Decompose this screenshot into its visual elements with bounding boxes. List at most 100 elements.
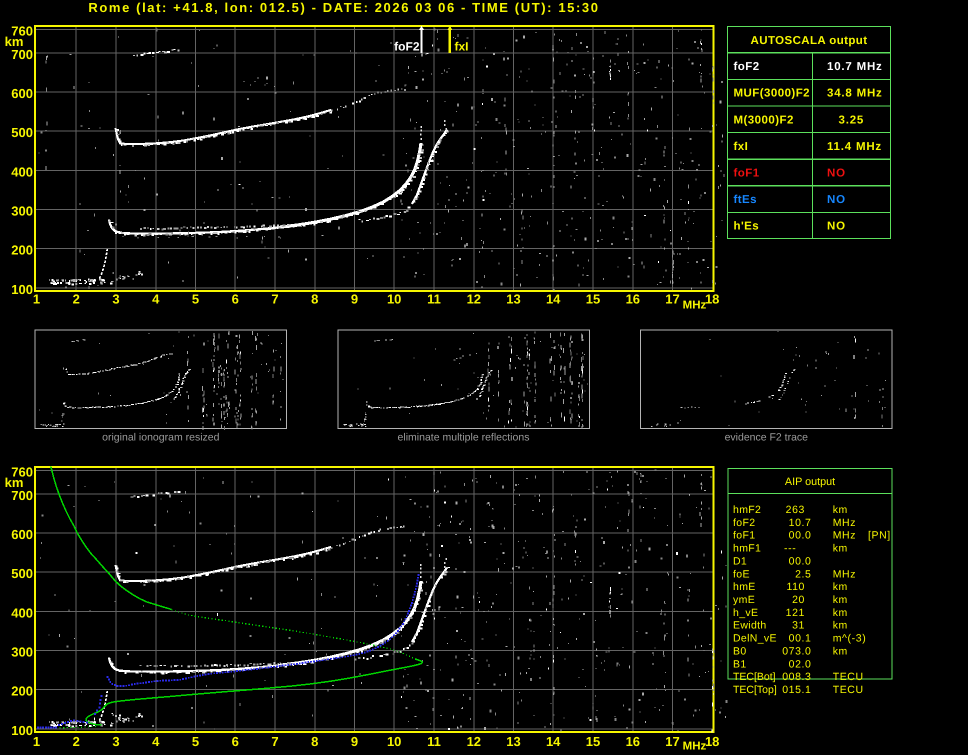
svg-text:18: 18 — [705, 292, 719, 307]
svg-text:008.3: 008.3 — [782, 671, 811, 683]
svg-text:7: 7 — [271, 292, 278, 307]
svg-text:MHz: MHz — [833, 568, 856, 580]
svg-text:16: 16 — [626, 734, 640, 749]
svg-text:7: 7 — [271, 734, 278, 749]
svg-text:200: 200 — [11, 684, 33, 699]
svg-text:100: 100 — [11, 723, 33, 738]
svg-text:8: 8 — [311, 734, 318, 749]
svg-text:00.0: 00.0 — [789, 530, 812, 542]
svg-text:14: 14 — [546, 292, 561, 307]
svg-text:fxI: fxI — [455, 40, 469, 54]
svg-text:10: 10 — [387, 292, 401, 307]
svg-text:MHz: MHz — [683, 741, 707, 753]
svg-text:foF2: foF2 — [733, 517, 755, 529]
svg-text:foF1: foF1 — [733, 530, 755, 542]
svg-text:foE: foE — [733, 568, 750, 580]
svg-text:15: 15 — [586, 734, 600, 749]
svg-text:eliminate multiple reflections: eliminate multiple reflections — [398, 431, 530, 443]
svg-text:015.1: 015.1 — [782, 684, 811, 696]
svg-text:TECU: TECU — [833, 684, 864, 696]
svg-text:10.7 MHz: 10.7 MHz — [827, 61, 883, 73]
svg-text:km: km — [833, 504, 848, 516]
svg-text:evidence F2 trace: evidence F2 trace — [725, 431, 809, 443]
svg-text:ymE: ymE — [733, 594, 755, 606]
svg-text:AUTOSCALA output: AUTOSCALA output — [751, 35, 868, 47]
svg-text:11: 11 — [427, 292, 441, 307]
svg-text:m^(-3): m^(-3) — [833, 633, 867, 645]
svg-text:12: 12 — [467, 292, 481, 307]
svg-text:h_vE: h_vE — [733, 607, 758, 619]
svg-text:MUF(3000)F2: MUF(3000)F2 — [734, 88, 811, 100]
svg-text:16: 16 — [626, 292, 640, 307]
svg-text:200: 200 — [11, 243, 33, 258]
svg-text:MHz: MHz — [833, 530, 856, 542]
svg-text:263: 263 — [786, 504, 805, 516]
svg-text:073.0: 073.0 — [782, 645, 811, 657]
svg-text:110: 110 — [786, 581, 805, 593]
svg-text:2.5: 2.5 — [795, 568, 811, 580]
svg-text:00.0: 00.0 — [789, 555, 812, 567]
svg-text:3: 3 — [112, 292, 119, 307]
svg-text:17: 17 — [665, 292, 679, 307]
svg-text:10.7: 10.7 — [789, 517, 812, 529]
svg-text:20: 20 — [792, 594, 805, 606]
svg-text:11: 11 — [427, 734, 441, 749]
svg-text:MHz: MHz — [833, 517, 856, 529]
svg-text:2: 2 — [73, 292, 80, 307]
svg-text:10: 10 — [387, 734, 401, 749]
svg-text:18: 18 — [705, 734, 719, 749]
svg-text:9: 9 — [351, 292, 358, 307]
svg-text:34.8 MHz: 34.8 MHz — [827, 88, 883, 100]
svg-text:B0: B0 — [733, 645, 747, 657]
svg-text:300: 300 — [11, 204, 33, 219]
svg-text:foF2: foF2 — [734, 61, 760, 73]
svg-text:D1: D1 — [733, 555, 747, 567]
svg-text:M(3000)F2: M(3000)F2 — [734, 114, 794, 126]
svg-text:31: 31 — [792, 620, 805, 632]
svg-text:500: 500 — [11, 566, 33, 581]
svg-text:14: 14 — [546, 734, 561, 749]
svg-text:[PN]: [PN] — [868, 530, 891, 542]
svg-text:5: 5 — [192, 292, 199, 307]
svg-text:km: km — [833, 594, 848, 606]
svg-text:km: km — [5, 475, 24, 490]
svg-text:fxI: fxI — [734, 141, 749, 153]
svg-text:700: 700 — [11, 47, 33, 62]
svg-text:13: 13 — [506, 292, 520, 307]
svg-text:3.25: 3.25 — [839, 114, 865, 126]
svg-text:foF2: foF2 — [394, 40, 420, 54]
svg-text:h'Es: h'Es — [734, 221, 760, 233]
svg-text:600: 600 — [11, 86, 33, 101]
svg-text:original ionogram resized: original ionogram resized — [102, 431, 219, 443]
svg-text:hmE: hmE — [733, 581, 756, 593]
svg-text:Rome (lat: +41.8, lon: 012.5): Rome (lat: +41.8, lon: 012.5) - DATE: 20… — [88, 0, 599, 15]
svg-text:TEC[Top]: TEC[Top] — [733, 684, 777, 696]
svg-text:1: 1 — [33, 734, 40, 749]
svg-text:700: 700 — [11, 488, 33, 503]
svg-text:km: km — [833, 645, 848, 657]
svg-text:13: 13 — [506, 734, 520, 749]
svg-text:ftEs: ftEs — [734, 194, 758, 206]
svg-text:3: 3 — [112, 734, 119, 749]
svg-text:Ewidth: Ewidth — [733, 620, 767, 632]
svg-text:hmF1: hmF1 — [733, 543, 761, 555]
svg-text:km: km — [833, 543, 848, 555]
svg-text:11.4 MHz: 11.4 MHz — [827, 141, 882, 153]
svg-text:2: 2 — [73, 734, 80, 749]
svg-text:km: km — [833, 620, 848, 632]
svg-text:500: 500 — [11, 125, 33, 140]
svg-text:AIP output: AIP output — [785, 476, 835, 488]
svg-text:400: 400 — [11, 164, 33, 179]
svg-text:1: 1 — [33, 292, 40, 307]
svg-text:400: 400 — [11, 605, 33, 620]
svg-text:8: 8 — [311, 292, 318, 307]
svg-text:foF1: foF1 — [734, 168, 760, 180]
svg-text:DelN_vE: DelN_vE — [733, 633, 777, 645]
svg-text:9: 9 — [351, 734, 358, 749]
svg-text:km: km — [5, 34, 24, 49]
svg-text:NO: NO — [827, 168, 846, 180]
svg-text:B1: B1 — [733, 658, 747, 670]
svg-text:TEC[Bot]: TEC[Bot] — [733, 671, 776, 683]
svg-text:---: --- — [784, 543, 796, 555]
svg-text:NO: NO — [827, 194, 846, 206]
